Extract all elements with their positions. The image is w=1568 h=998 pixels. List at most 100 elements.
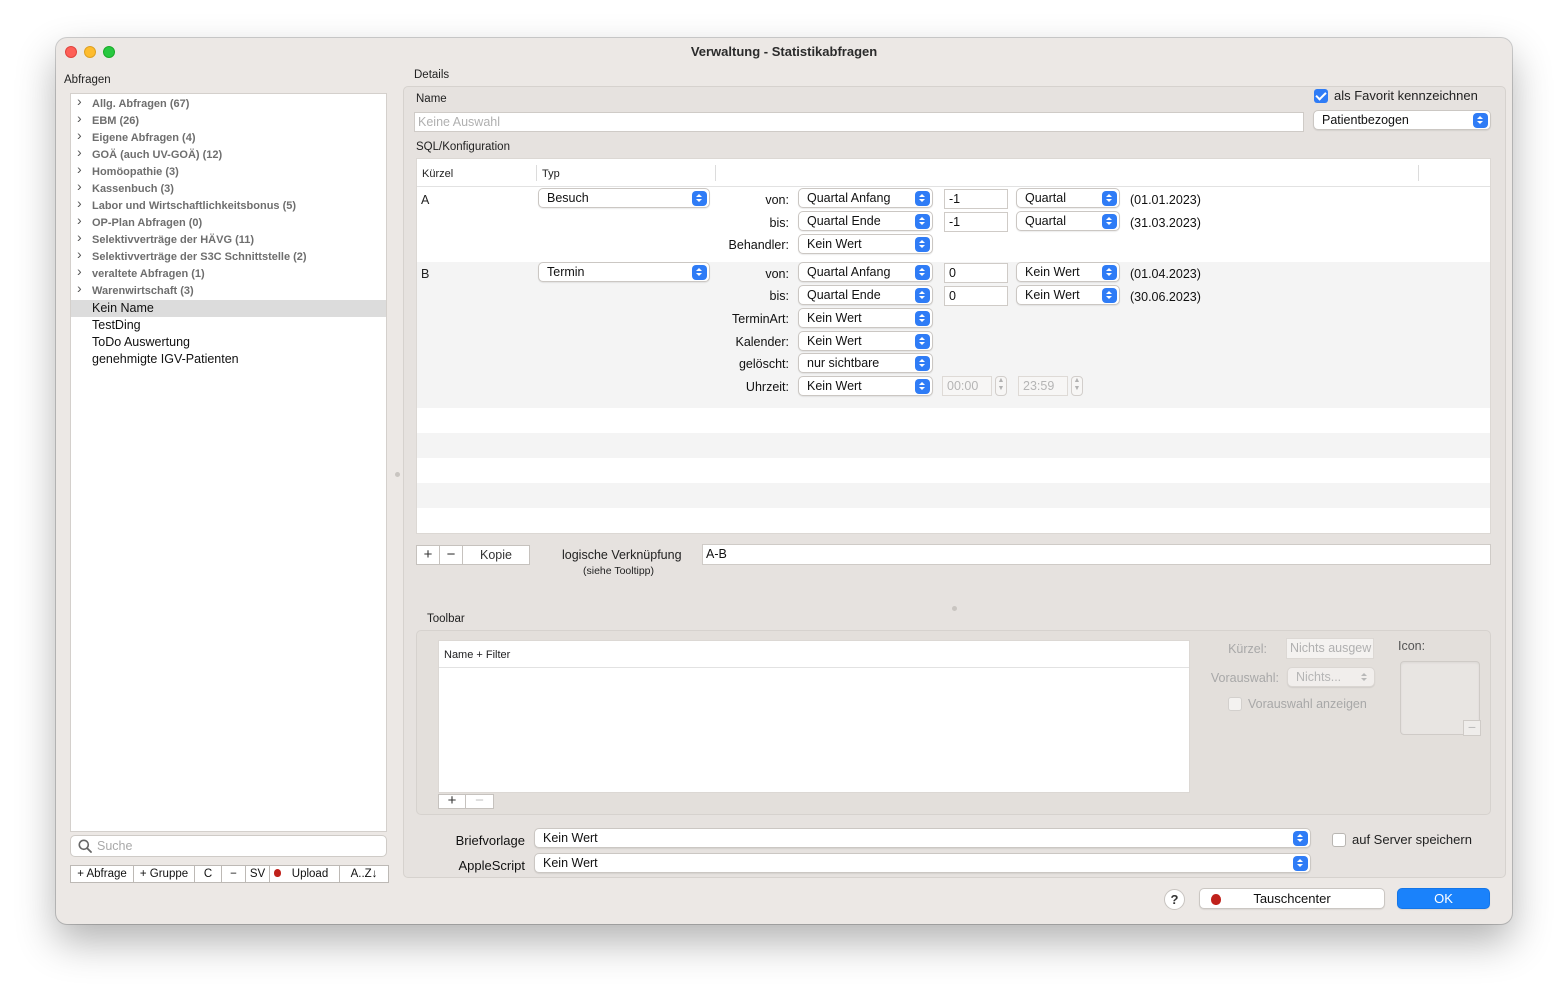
tree-group-row[interactable]: › Warenwirtschaft (3): [71, 280, 386, 300]
help-button[interactable]: ?: [1164, 889, 1185, 910]
chevron-right-icon[interactable]: ›: [77, 144, 82, 160]
add-group-button[interactable]: + Gruppe: [134, 866, 195, 882]
row-b-time-to[interactable]: 23:59: [1018, 376, 1068, 396]
window-title: Verwaltung - Statistikabfragen: [690, 44, 878, 59]
chevron-right-icon[interactable]: ›: [77, 93, 82, 109]
icon-well[interactable]: −: [1400, 661, 1481, 736]
row-a-behandler-label: Behandler:: [728, 238, 789, 252]
row-b-bis-unit-select[interactable]: Kein Wert: [1016, 285, 1120, 305]
toolbar-add-button[interactable]: +: [439, 793, 466, 808]
chevron-right-icon[interactable]: ›: [77, 246, 82, 262]
tree-group-row[interactable]: › Allg. Abfragen (67): [71, 93, 386, 113]
tree-group-row[interactable]: › Eigene Abfragen (4): [71, 127, 386, 147]
chevron-right-icon[interactable]: ›: [77, 161, 82, 177]
remove-row-button[interactable]: −: [440, 546, 463, 564]
kuerzel-input[interactable]: Nichts ausgew: [1286, 638, 1374, 659]
sv-button[interactable]: SV: [246, 866, 270, 882]
scope-select[interactable]: Patientbezogen: [1313, 110, 1491, 130]
icon-remove-button[interactable]: −: [1463, 720, 1481, 736]
row-b-von-offset[interactable]: 0: [944, 263, 1008, 283]
search-field[interactable]: [70, 835, 387, 857]
chevron-right-icon[interactable]: ›: [77, 280, 82, 296]
tree-group-row[interactable]: › GOÄ (auch UV-GOÄ) (12): [71, 144, 386, 164]
tree-group-row[interactable]: › Selektivverträge der S3C Schnittstelle …: [71, 246, 386, 266]
row-b-bis-select[interactable]: Quartal Ende: [798, 285, 933, 305]
row-b-time-to-stepper[interactable]: ▲ ▼: [1071, 376, 1083, 396]
splitter-handle[interactable]: [395, 472, 400, 477]
add-row-button[interactable]: +: [417, 546, 440, 564]
chevron-right-icon[interactable]: ›: [77, 178, 82, 194]
query-tree[interactable]: › Allg. Abfragen (67) › EBM (26) › Eigene Abf…: [70, 93, 387, 832]
tree-group-row[interactable]: › EBM (26): [71, 110, 386, 130]
row-a-von-select[interactable]: Quartal Anfang: [798, 188, 933, 208]
row-b-geloescht-select[interactable]: nur sichtbare: [798, 353, 933, 373]
applescript-select[interactable]: Kein Wert: [534, 853, 1311, 873]
tree-group-row[interactable]: › Homöopathie (3): [71, 161, 386, 181]
favorite-checkbox[interactable]: [1314, 89, 1328, 103]
row-b-kalender-select[interactable]: Kein Wert: [798, 331, 933, 351]
tree-group-row[interactable]: › Labor und Wirtschaftlichkeitsbonus (5): [71, 195, 386, 215]
tauschcenter-label: Tauschcenter: [1253, 891, 1331, 906]
row-b-von-unit-select[interactable]: Kein Wert: [1016, 262, 1120, 282]
row-a-behandler-select[interactable]: Kein Wert: [798, 234, 933, 254]
toolbar-remove-button[interactable]: −: [466, 793, 493, 808]
row-a-bis-unit-select[interactable]: Quartal: [1016, 211, 1120, 231]
chevron-updown-icon: [1102, 191, 1117, 206]
tree-group-label: EBM (26): [92, 115, 140, 127]
vorauswahl-select[interactable]: Nichts...: [1287, 667, 1375, 687]
name-input[interactable]: Keine Auswahl: [414, 112, 1304, 132]
search-input[interactable]: [97, 838, 377, 854]
chevron-right-icon[interactable]: ›: [77, 127, 82, 143]
col-typ[interactable]: Typ: [542, 168, 560, 180]
col-kuerzel[interactable]: Kürzel: [422, 168, 453, 180]
row-a-bis-offset[interactable]: -1: [944, 212, 1008, 232]
row-b-kuerzel: B: [421, 267, 430, 281]
logic-input[interactable]: A-B: [702, 544, 1491, 565]
splitter-handle-2[interactable]: [952, 606, 957, 611]
add-query-button[interactable]: + Abfrage: [71, 866, 134, 882]
row-b-uhrzeit-select[interactable]: Kein Wert: [798, 376, 933, 396]
details-heading: Details: [414, 69, 450, 81]
tree-item-row[interactable]: Kein Name: [71, 300, 386, 317]
remove-query-button[interactable]: −: [222, 866, 246, 882]
tree-item-row[interactable]: genehmigte IGV-Patienten: [71, 351, 386, 368]
server-save-checkbox[interactable]: [1332, 833, 1346, 847]
sort-button[interactable]: A..Z↓: [340, 866, 388, 882]
row-a-von-offset[interactable]: -1: [944, 189, 1008, 209]
chevron-updown-icon: [1102, 265, 1117, 280]
chevron-right-icon[interactable]: ›: [77, 110, 82, 126]
tree-group-row[interactable]: › Kassenbuch (3): [71, 178, 386, 198]
copy-row-button[interactable]: Kopie: [463, 546, 529, 564]
row-b-geloescht-value: nur sichtbare: [807, 356, 880, 370]
upload-button[interactable]: Upload: [270, 866, 340, 882]
row-b-bis-offset[interactable]: 0: [944, 286, 1008, 306]
chevron-right-icon[interactable]: ›: [77, 195, 82, 211]
row-b-time-from[interactable]: 00:00: [942, 376, 992, 396]
ok-button[interactable]: OK: [1397, 888, 1490, 909]
tree-item-row[interactable]: TestDing: [71, 317, 386, 334]
row-a-von-unit-select[interactable]: Quartal: [1016, 188, 1120, 208]
chevron-updown-icon: [1357, 670, 1372, 685]
chevron-updown-icon: [915, 265, 930, 280]
tree-group-row[interactable]: › Selektivverträge der HÄVG (11): [71, 229, 386, 249]
tauschcenter-button[interactable]: Tauschcenter: [1199, 888, 1385, 909]
copy-query-button[interactable]: C: [195, 866, 222, 882]
briefvorlage-select[interactable]: Kein Wert: [534, 828, 1311, 848]
row-b-time-from-stepper[interactable]: ▲ ▼: [995, 376, 1007, 396]
row-b-von-select[interactable]: Quartal Anfang: [798, 262, 933, 282]
chevron-right-icon[interactable]: ›: [77, 212, 82, 228]
chevron-right-icon[interactable]: ›: [77, 263, 82, 279]
tree-group-row[interactable]: › veraltete Abfragen (1): [71, 263, 386, 283]
chevron-right-icon[interactable]: ›: [77, 229, 82, 245]
tree-item-row[interactable]: ToDo Auswertung: [71, 334, 386, 351]
chevron-updown-icon: [1293, 856, 1308, 871]
tree-group-row[interactable]: › OP-Plan Abfragen (0): [71, 212, 386, 232]
vorauswahl-show-checkbox[interactable]: [1228, 697, 1242, 711]
row-a-bis-value: Quartal Ende: [807, 214, 881, 228]
row-a-bis-select[interactable]: Quartal Ende: [798, 211, 933, 231]
row-a-type-select[interactable]: Besuch: [538, 188, 710, 208]
row-b-type-select[interactable]: Termin: [538, 262, 710, 282]
row-b-terminart-select[interactable]: Kein Wert: [798, 308, 933, 328]
query-actions-bar: + Abfrage + Gruppe C − SV Upload A..Z↓: [70, 865, 389, 883]
col-name-filter[interactable]: Name + Filter: [444, 649, 510, 661]
